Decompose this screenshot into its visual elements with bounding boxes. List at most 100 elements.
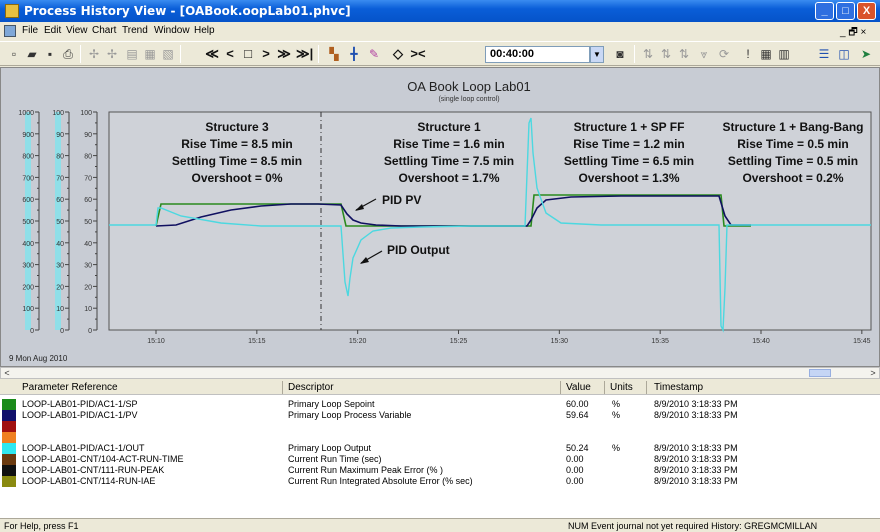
expand-icon[interactable]: ◇: [390, 46, 406, 62]
table-row[interactable]: LOOP-LAB01-PID/AC1-1/PV Primary Loop Pro…: [0, 410, 880, 421]
table-row[interactable]: LOOP-LAB01-PID/AC1-1/SP Primary Loop Sep…: [0, 399, 880, 410]
scroll-last-icon[interactable]: ≫|: [296, 46, 313, 62]
trend-icon[interactable]: ▚: [326, 46, 342, 62]
table-row[interactable]: LOOP-LAB01-PID/AC1-1/OUT Primary Loop Ou…: [0, 443, 880, 454]
scroll-right-icon[interactable]: >: [867, 368, 879, 378]
table-row[interactable]: [0, 421, 880, 432]
cell-value: 59.64: [566, 410, 589, 420]
cell-param: LOOP-LAB01-CNT/114-RUN-IAE: [22, 476, 156, 486]
print-icon[interactable]: ⎙: [60, 46, 76, 62]
chart-title: OA Book Loop Lab01: [407, 79, 531, 94]
filter-icon[interactable]: ⩔: [696, 46, 712, 62]
scroll-left-icon[interactable]: <: [1, 368, 13, 378]
table-row[interactable]: LOOP-LAB01-CNT/114-RUN-IAE Current Run I…: [0, 476, 880, 487]
trace-color-swatch: [2, 476, 16, 487]
cell-param: LOOP-LAB01-CNT/104-ACT-RUN-TIME: [22, 454, 184, 464]
y-tick-label: 600: [22, 197, 34, 204]
annotation-line: Structure 1: [417, 120, 481, 134]
grid-icon[interactable]: ▦: [758, 46, 774, 62]
cell-time: 8/9/2010 3:18:33 PM: [654, 476, 738, 486]
table-row[interactable]: [0, 432, 880, 443]
col-time-header[interactable]: Timestamp: [654, 382, 703, 393]
col-desc-header[interactable]: Descriptor: [288, 382, 334, 393]
layout3-icon[interactable]: ▧: [160, 46, 176, 62]
arrow-icon[interactable]: ➤: [858, 46, 874, 62]
x-tick-label: 15:20: [349, 338, 367, 345]
col-value-header[interactable]: Value: [566, 382, 591, 393]
scroll-back-icon[interactable]: <: [222, 46, 238, 62]
x-axis: 15:10 15:15 15:20 15:25 15:30 15:35 15:40 15:45: [147, 330, 871, 345]
table-row[interactable]: LOOP-LAB01-CNT/104-ACT-RUN-TIME Current …: [0, 454, 880, 465]
close-button[interactable]: X: [857, 2, 876, 20]
annotation-line: Rise Time = 0.5 min: [737, 137, 849, 151]
annotation-line: Overshoot = 1.7%: [398, 171, 499, 185]
trace-color-swatch: [2, 399, 16, 410]
layout-icon[interactable]: ▤: [124, 46, 140, 62]
open-icon[interactable]: ▰: [24, 46, 40, 62]
menu-view[interactable]: View: [66, 25, 88, 36]
mdi-doc-icon[interactable]: [4, 25, 16, 37]
col-units-header[interactable]: Units: [610, 382, 633, 393]
cursor-icon[interactable]: ╋: [346, 46, 362, 62]
cell-time: 8/9/2010 3:18:33 PM: [654, 443, 738, 453]
scroll-thumb[interactable]: [809, 369, 831, 377]
mdi-controls[interactable]: _ 🗗 ×: [840, 25, 866, 42]
y-tick-label: 500: [22, 219, 34, 226]
trend-chart-svg: OA Book Loop Lab01 (single loop control)…: [9, 79, 872, 363]
panel-icon[interactable]: ◫: [836, 46, 852, 62]
status-bar: For Help, press F1 NUM Event journal not…: [0, 518, 880, 532]
time-span-field[interactable]: 00:40:00: [485, 46, 590, 63]
menu-file[interactable]: File: [22, 25, 38, 36]
trend-chart[interactable]: OA Book Loop Lab01 (single loop control)…: [0, 67, 880, 367]
cell-value: 0.00: [566, 454, 584, 464]
parameter-table: Parameter Reference Descriptor Value Uni…: [0, 380, 880, 518]
cell-value: 60.00: [566, 399, 589, 409]
menu-help[interactable]: Help: [194, 25, 215, 36]
chart-scrollbar[interactable]: < >: [0, 367, 880, 379]
title-bar[interactable]: Process History View - [OABook.oopLab01.…: [0, 0, 880, 22]
menu-edit[interactable]: Edit: [44, 25, 61, 36]
compress-icon[interactable]: ><: [410, 46, 426, 62]
y-tick-label: 10: [84, 306, 92, 313]
table-row[interactable]: LOOP-LAB01-CNT/111-RUN-PEAK Current Run …: [0, 465, 880, 476]
menu-window[interactable]: Window: [154, 25, 190, 36]
layout2-icon[interactable]: ▦: [142, 46, 158, 62]
list-icon[interactable]: ☰: [816, 46, 832, 62]
refresh-icon[interactable]: ⟳: [716, 46, 732, 62]
annotation-line: Settling Time = 8.5 min: [172, 154, 302, 168]
snapshot-icon[interactable]: ◙: [612, 46, 628, 62]
time-span-dropdown-icon[interactable]: ▼: [590, 46, 604, 63]
columns-icon[interactable]: ▥: [776, 46, 792, 62]
cell-time: 8/9/2010 3:18:33 PM: [654, 454, 738, 464]
cell-time: 8/9/2010 3:18:33 PM: [654, 399, 738, 409]
y-tick-label: 70: [84, 175, 92, 182]
trace-color-swatch: [2, 410, 16, 421]
y-tick-label: 100: [22, 306, 34, 313]
pen-icon[interactable]: ✎: [366, 46, 382, 62]
sort-icon[interactable]: ⇅: [676, 46, 692, 62]
annotation-line: Overshoot = 0%: [191, 171, 282, 185]
cell-desc: Current Run Maximum Peak Error (% ): [288, 465, 444, 475]
scroll-forward-icon[interactable]: >: [258, 46, 274, 62]
scroll-fast-forward-icon[interactable]: ≫: [276, 46, 292, 62]
annotation-line: Structure 1 + Bang-Bang: [722, 120, 863, 134]
col-param-header[interactable]: Parameter Reference: [22, 382, 118, 393]
stop-icon[interactable]: □: [240, 46, 256, 62]
annotation-line: Overshoot = 0.2%: [742, 171, 843, 185]
y-tick-label: 0: [88, 328, 92, 335]
trace-color-swatch: [2, 421, 16, 432]
save-icon[interactable]: ▪: [42, 46, 58, 62]
menu-chart[interactable]: Chart: [92, 25, 116, 36]
minimize-button[interactable]: _: [815, 2, 834, 20]
zoom-in-icon[interactable]: ✢: [86, 46, 102, 62]
scroll-first-icon[interactable]: ≪: [204, 46, 220, 62]
window-title: Process History View - [OABook.oopLab01.…: [24, 4, 351, 18]
sort-desc-icon[interactable]: ⇅: [658, 46, 674, 62]
new-icon[interactable]: ▫: [6, 46, 22, 62]
alert-icon[interactable]: !: [740, 46, 756, 62]
menu-trend[interactable]: Trend: [122, 25, 148, 36]
y-tick-label: 20: [56, 284, 64, 291]
zoom-out-icon[interactable]: ✢: [104, 46, 120, 62]
sort-asc-icon[interactable]: ⇅: [640, 46, 656, 62]
maximize-button[interactable]: □: [836, 2, 855, 20]
